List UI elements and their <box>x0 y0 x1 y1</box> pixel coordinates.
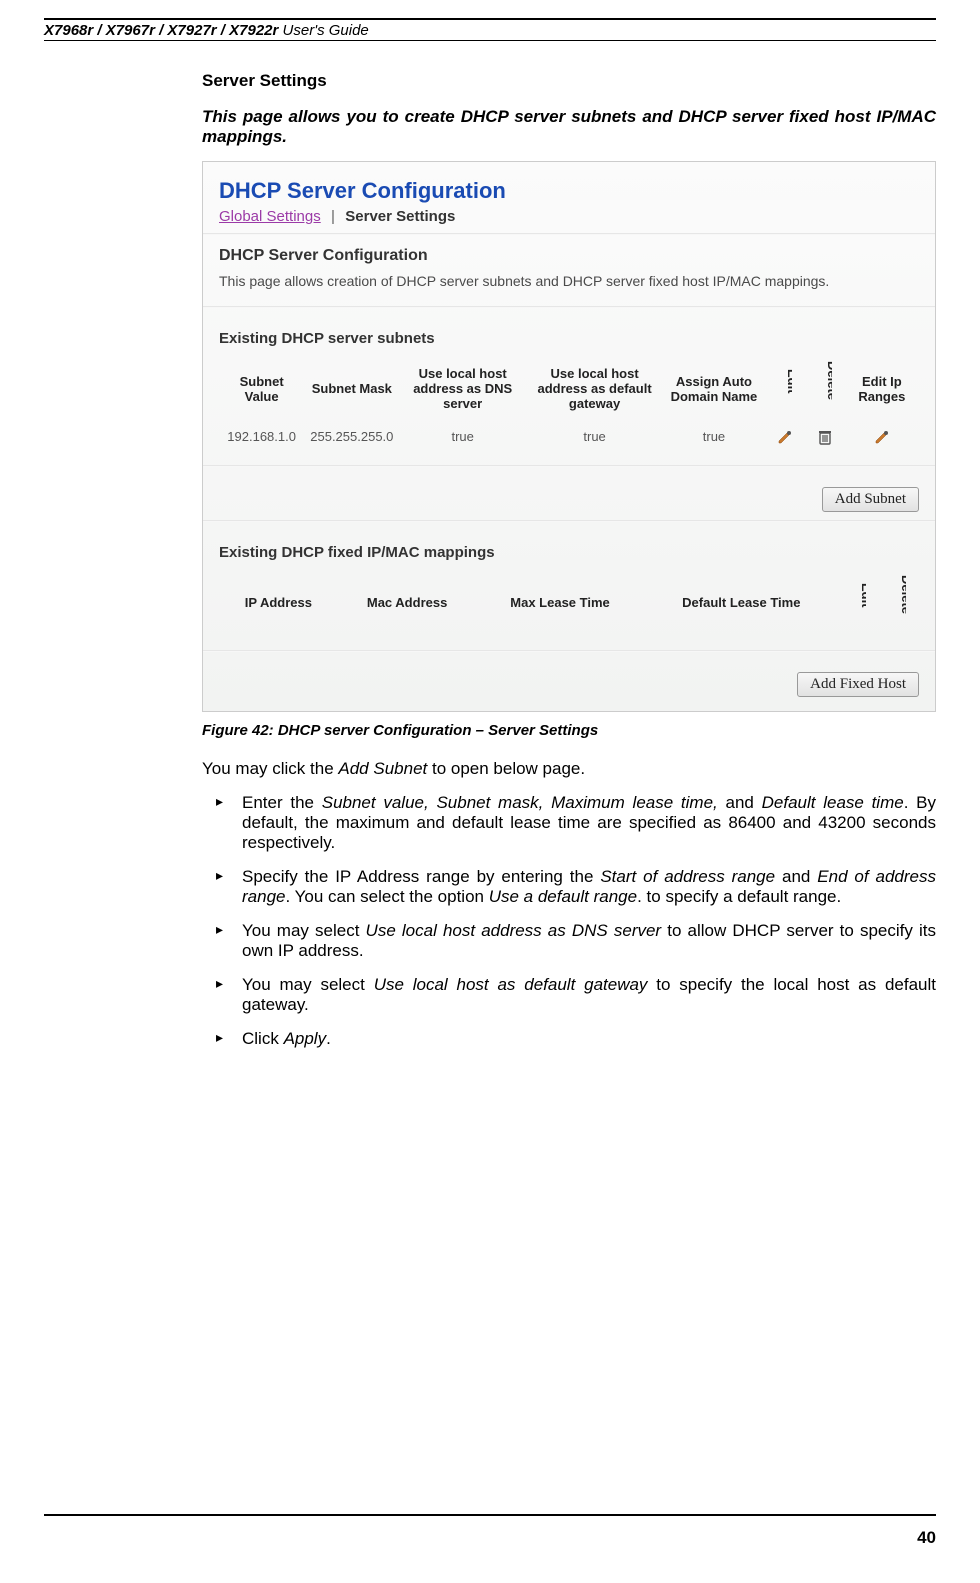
edit-ip-ranges-icon[interactable] <box>845 422 919 451</box>
th-default-lease: Default Lease Time <box>644 569 839 636</box>
list-item: You may select Use local host address as… <box>202 921 936 961</box>
page-header: X7968r / X7967r / X7927r / X7922r User's… <box>44 20 936 40</box>
screenshot-panel: DHCP Server Configuration Global Setting… <box>202 161 936 712</box>
ss-heading: DHCP Server Configuration <box>203 247 935 271</box>
th-assign-auto: Assign Auto Domain Name <box>663 355 765 422</box>
th-edit-ip: Edit Ip Ranges <box>845 355 919 422</box>
subnets-table: Subnet Value Subnet Mask Use local host … <box>219 355 919 451</box>
header-models: X7968r / X7967r / X7927r / X7922r <box>44 22 278 39</box>
ss-title: DHCP Server Configuration <box>203 172 935 208</box>
add-fixed-host-button[interactable]: Add Fixed Host <box>797 672 919 697</box>
table-row: 192.168.1.0 255.255.255.0 true true true <box>219 422 919 451</box>
delete-subnet-icon[interactable] <box>805 422 845 451</box>
th-mac: Mac Address <box>338 569 477 636</box>
th-use-local-dns: Use local host address as DNS server <box>399 355 526 422</box>
svg-text:Edit: Edit <box>785 369 792 394</box>
th-subnet-value: Subnet Value <box>219 355 304 422</box>
cell-subnet-mask: 255.255.255.0 <box>304 422 399 451</box>
th-fixed-edit: Edit <box>852 610 866 624</box>
fixed-title: Existing DHCP fixed IP/MAC mappings <box>203 534 935 569</box>
list-item: Specify the IP Address range by entering… <box>202 867 936 907</box>
th-fixed-delete: Delete <box>892 618 906 632</box>
figure-caption: Figure 42: DHCP server Configuration – S… <box>202 722 936 739</box>
paragraph-intro: You may click the Add Subnet to open bel… <box>202 759 936 779</box>
ss-desc: This page allows creation of DHCP server… <box>203 271 935 302</box>
th-max-lease: Max Lease Time <box>476 569 643 636</box>
th-ip: IP Address <box>219 569 338 636</box>
fixed-table: IP Address Mac Address Max Lease Time De… <box>219 569 919 636</box>
list-item: Click Apply. <box>202 1029 936 1049</box>
th-edit: Edit <box>778 396 792 410</box>
svg-text:Edit: Edit <box>859 583 866 608</box>
th-subnet-mask: Subnet Mask <box>304 355 399 422</box>
cell-use-local-gw: true <box>526 422 663 451</box>
th-use-local-gw: Use local host address as default gatewa… <box>526 355 663 422</box>
section-title: Server Settings <box>202 71 936 91</box>
tab-global-settings[interactable]: Global Settings <box>219 208 321 225</box>
subnets-title: Existing DHCP server subnets <box>203 320 935 355</box>
tab-separator: | <box>331 208 335 225</box>
th-delete: Delete <box>818 404 832 418</box>
page-number: 40 <box>917 1528 936 1548</box>
cell-assign-auto: true <box>663 422 765 451</box>
list-item: Enter the Subnet value, Subnet mask, Max… <box>202 793 936 853</box>
tab-server-settings: Server Settings <box>345 208 455 225</box>
edit-subnet-icon[interactable] <box>765 422 805 451</box>
header-suffix: User's Guide <box>283 22 369 39</box>
add-subnet-button[interactable]: Add Subnet <box>822 487 919 512</box>
svg-text:Delete: Delete <box>825 361 832 400</box>
list-item: You may select Use local host as default… <box>202 975 936 1015</box>
cell-use-local-dns: true <box>399 422 526 451</box>
cell-subnet-value: 192.168.1.0 <box>219 422 304 451</box>
intro-text: This page allows you to create DHCP serv… <box>202 107 936 147</box>
svg-text:Delete: Delete <box>899 575 906 614</box>
